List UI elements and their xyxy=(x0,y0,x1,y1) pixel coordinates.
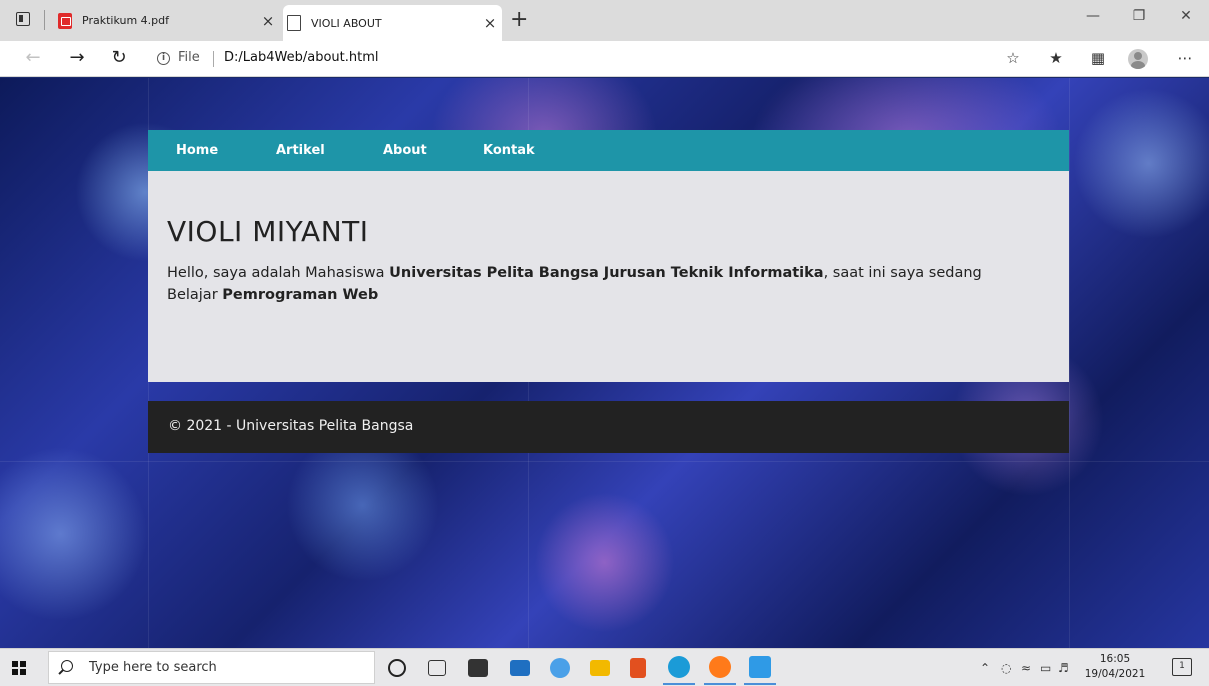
pdf-icon xyxy=(58,12,72,29)
info-icon[interactable]: i xyxy=(157,52,170,65)
window-close-button[interactable]: ✕ xyxy=(1163,8,1209,24)
intro-bold: Pemrograman Web xyxy=(222,287,379,303)
background-tile-edge xyxy=(1069,78,1070,648)
file-explorer-icon[interactable] xyxy=(590,660,610,676)
tab-label: VIOLI ABOUT xyxy=(311,16,382,30)
content-section: VIOLI MIYANTI Hello, saya adalah Mahasis… xyxy=(148,171,1069,382)
nav-about[interactable]: About xyxy=(383,143,483,158)
volume-icon[interactable]: ♬ xyxy=(1058,661,1069,675)
active-app-indicator xyxy=(663,683,695,685)
page-container: Home Artikel About Kontak VIOLI MIYANTI … xyxy=(148,130,1069,453)
tab-actions-icon[interactable] xyxy=(16,12,30,26)
minimize-button[interactable]: — xyxy=(1070,8,1116,24)
mail-icon[interactable] xyxy=(510,660,530,676)
back-button[interactable]: ← xyxy=(18,47,48,68)
task-view-icon[interactable] xyxy=(428,660,446,676)
close-icon[interactable]: × xyxy=(478,14,502,32)
restore-button[interactable]: ❐ xyxy=(1116,8,1162,24)
favorites-icon[interactable]: ★ xyxy=(1043,49,1069,67)
profile-avatar[interactable] xyxy=(1128,49,1148,69)
intro-bold: Universitas Pelita Bangsa Jurusan Teknik… xyxy=(389,265,824,281)
vscode-icon[interactable] xyxy=(749,656,771,678)
firefox-icon[interactable] xyxy=(709,656,731,678)
taskbar: Type here to search ⌃ ◌ ≈ ▭ ♬ 16:05 19/0… xyxy=(0,648,1209,686)
address-bar: ← → ↻ i File D:/Lab4Web/about.html ☆ ★ ▦… xyxy=(0,41,1209,77)
clock-date[interactable]: 19/04/2021 xyxy=(1084,668,1146,680)
intro-paragraph: Hello, saya adalah Mahasiswa Universitas… xyxy=(167,262,1027,306)
windows-start-icon[interactable] xyxy=(12,661,26,675)
tab-label: Praktikum 4.pdf xyxy=(82,14,169,27)
new-tab-button[interactable]: + xyxy=(510,6,528,34)
clock-time[interactable]: 16:05 xyxy=(1084,653,1146,665)
add-favorite-icon[interactable]: ☆ xyxy=(1000,49,1026,67)
tab-violi-about[interactable]: VIOLI ABOUT × xyxy=(283,5,502,41)
wifi-icon[interactable]: ≈ xyxy=(1021,661,1031,675)
edge-icon[interactable] xyxy=(668,656,690,678)
tab-separator xyxy=(44,10,45,30)
taskbar-search-box[interactable]: Type here to search xyxy=(48,651,375,684)
main-nav: Home Artikel About Kontak xyxy=(148,130,1069,171)
url-input[interactable]: D:/Lab4Web/about.html xyxy=(224,50,378,65)
intro-text: Hello, saya adalah Mahasiswa xyxy=(167,265,390,281)
office-icon[interactable] xyxy=(630,658,646,678)
tray-app-icon[interactable]: ◌ xyxy=(1001,661,1011,675)
active-app-indicator xyxy=(704,683,736,685)
forward-button[interactable]: → xyxy=(62,47,92,68)
refresh-button[interactable]: ↻ xyxy=(104,47,134,68)
more-icon[interactable]: ⋯ xyxy=(1172,49,1198,67)
page-viewport: Home Artikel About Kontak VIOLI MIYANTI … xyxy=(0,78,1209,648)
address-separator xyxy=(213,51,214,67)
search-icon xyxy=(61,660,73,672)
nav-home[interactable]: Home xyxy=(176,143,276,158)
page-footer: © 2021 - Universitas Pelita Bangsa xyxy=(148,401,1069,453)
background-tile-edge xyxy=(0,461,1209,462)
nav-kontak[interactable]: Kontak xyxy=(483,143,535,158)
notification-icon[interactable]: 1 xyxy=(1172,658,1192,676)
document-icon xyxy=(287,15,301,31)
page-title: VIOLI MIYANTI xyxy=(167,215,369,248)
search-input[interactable]: Type here to search xyxy=(89,660,217,675)
battery-icon[interactable]: ▭ xyxy=(1040,661,1051,675)
store-icon[interactable] xyxy=(468,659,488,677)
close-icon[interactable]: × xyxy=(256,12,280,30)
url-scheme: File xyxy=(178,50,200,65)
collections-icon[interactable]: ▦ xyxy=(1085,49,1111,67)
cortana-icon[interactable] xyxy=(388,659,406,677)
active-app-indicator xyxy=(744,683,776,685)
tab-praktikum-pdf[interactable]: Praktikum 4.pdf × xyxy=(54,5,280,36)
nav-artikel[interactable]: Artikel xyxy=(276,143,383,158)
tray-chevron-icon[interactable]: ⌃ xyxy=(980,661,990,675)
chrome-icon[interactable] xyxy=(550,658,570,678)
browser-tab-bar: Praktikum 4.pdf × VIOLI ABOUT × + — ❐ ✕ xyxy=(0,0,1209,41)
